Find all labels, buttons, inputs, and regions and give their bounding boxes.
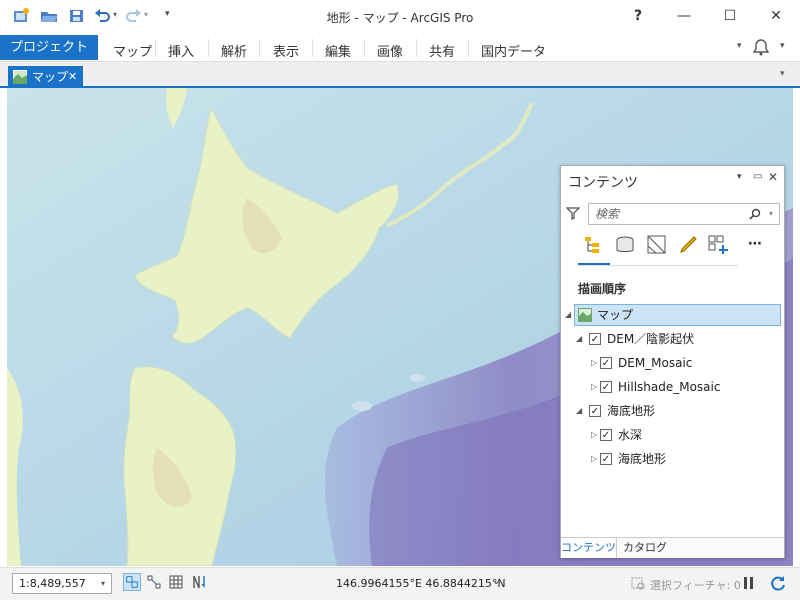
search-input[interactable]: 検索 ▾ [588,203,780,225]
tab-list-icon[interactable]: ▾ [780,69,785,79]
scale-dropdown-icon[interactable]: ▾ [101,574,105,593]
pane-maximize-icon[interactable]: ▭ [753,171,762,182]
minimize-button[interactable]: — [674,6,694,26]
tree-item-seafloor-group[interactable]: ◢ ✓ 海底地形 [561,401,781,421]
map-view-tab-label: マップ [32,70,69,84]
tree-item-map[interactable]: マップ [574,304,781,326]
maximize-button[interactable]: ☐ [720,6,740,26]
seamount [352,401,372,411]
collapse-icon[interactable]: ◢ [576,401,586,421]
tree-item-dem-mosaic[interactable]: ▷ ✓ DEM_Mosaic [561,353,781,373]
tree-item-dem-group[interactable]: ◢ ✓ DEM／陰影起伏 [561,329,781,349]
table-icon[interactable] [168,574,184,590]
toolbar-divider [578,265,738,266]
map-icon [578,308,592,322]
tab-share[interactable]: 共有 [429,41,455,60]
help-button[interactable]: ? [628,6,648,26]
tab-insert[interactable]: 挿入 [168,41,194,60]
tab-catalog[interactable]: カタログ [623,538,667,558]
visibility-checkbox[interactable]: ✓ [589,333,601,345]
add-layer-icon[interactable] [707,234,731,256]
tree-item-label: 海底地形 [618,452,667,466]
view-tab-bar: マップ ✕ ▾ [0,62,800,88]
scale-value: 1:8,489,557 [19,577,86,590]
north-arrow-icon[interactable] [191,574,207,590]
contents-pane: コンテンツ ▾ ▭ ✕ 検索 ▾ ⋯ 描画順序 ◢ マップ ◢ ✓ DEM／陰影… [560,165,785,558]
ribbon-collapse-icon[interactable]: ▾ [737,41,742,51]
selection-icon[interactable] [645,234,669,256]
pane-close-icon[interactable]: ✕ [768,170,778,184]
close-tab-icon[interactable]: ✕ [68,66,77,88]
tab-edit[interactable]: 編集 [325,41,351,60]
project-tab[interactable]: プロジェクト [0,35,98,60]
tree-item-label: マップ [597,308,634,322]
map-icon [13,70,27,84]
tab-view[interactable]: 表示 [273,41,299,60]
search-icon[interactable] [749,208,761,220]
search-options-icon[interactable]: ▾ [769,204,773,224]
ribbon-tabs: プロジェクト マップ 挿入 解析 表示 編集 画像 共有 国内データ ▾ ▾ [0,33,800,62]
visibility-checkbox[interactable]: ✓ [600,429,612,441]
ribbon-divider [259,39,260,57]
drawing-order-icon[interactable] [582,234,606,256]
notification-dropdown-icon[interactable]: ▾ [780,41,785,51]
tree-item-label: DEM_Mosaic [618,356,693,370]
scale-selector[interactable]: 1:8,489,557 ▾ [12,573,112,594]
pane-options-icon[interactable]: ▾ [737,172,742,182]
ribbon-divider [364,39,365,57]
coordinates-readout: 146.9964155°E 46.8844215°N [336,577,506,590]
tree-item-label: 海底地形 [607,404,656,418]
snapping-icon[interactable] [123,573,141,591]
title-bar: ▾ ▾ ▾ 地形 - マップ - ArcGIS Pro ? — ☐ ✕ [0,0,800,33]
tab-contents[interactable]: コンテンツ [561,538,617,558]
search-placeholder: 検索 [595,207,620,221]
contents-pane-title: コンテンツ [568,175,638,191]
ribbon-divider [416,39,417,57]
tree-item-seafloor-terrain[interactable]: ▷ ✓ 海底地形 [561,449,781,469]
selection-features-icon [631,577,645,590]
tree-item-water-depth[interactable]: ▷ ✓ 水深 [561,425,781,445]
status-bar: 1:8,489,557 ▾ 146.9964155°E 46.8844215°N… [0,567,800,600]
tree-item-label: Hillshade_Mosaic [618,380,721,394]
more-icon[interactable]: ⋯ [748,236,762,252]
grid-snap-icon[interactable] [146,574,162,590]
visibility-checkbox[interactable]: ✓ [600,381,612,393]
coordinate-format-dropdown-icon[interactable]: ⌄ [492,576,500,587]
refresh-icon[interactable] [769,574,787,592]
data-source-icon[interactable] [613,234,637,256]
selected-features-count: 選択フィーチャ: 0 [650,579,741,592]
visibility-checkbox[interactable]: ✓ [589,405,601,417]
drawing-order-heading: 描画順序 [578,282,627,296]
pane-bottom-tabs: コンテンツ カタログ [561,537,784,558]
tab-analysis[interactable]: 解析 [221,41,247,60]
editing-icon[interactable] [677,234,701,256]
tree-item-label: DEM／陰影起伏 [607,332,695,346]
ribbon-divider [155,39,156,57]
close-window-button[interactable]: ✕ [766,6,786,26]
tree-item-label: 水深 [618,428,643,442]
tab-japan-data[interactable]: 国内データ [481,41,546,60]
visibility-checkbox[interactable]: ✓ [600,453,612,465]
seamount [409,374,425,382]
ribbon-divider [208,39,209,57]
tree-item-hillshade-mosaic[interactable]: ▷ ✓ Hillshade_Mosaic [561,377,781,397]
collapse-icon[interactable]: ◢ [576,329,586,349]
ribbon-divider [312,39,313,57]
tab-map[interactable]: マップ [113,41,152,60]
ribbon-divider [468,39,469,57]
filter-icon[interactable] [566,206,580,220]
pause-icon[interactable] [743,576,755,590]
bell-icon[interactable] [752,38,770,56]
visibility-checkbox[interactable]: ✓ [600,357,612,369]
map-view-tab[interactable]: マップ ✕ [8,66,83,88]
tab-imagery[interactable]: 画像 [377,41,403,60]
